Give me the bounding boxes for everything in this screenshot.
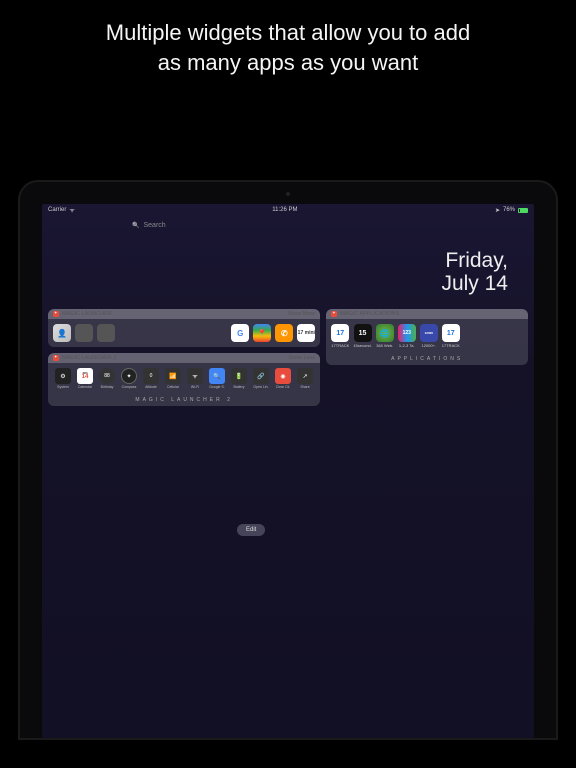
folder-icon[interactable] bbox=[75, 324, 93, 342]
app-360web[interactable]: 🌐360 Web. bbox=[376, 324, 394, 348]
widget-magic-launcher[interactable]: MAGIC LAUNCHER Show More 👤 G 📍 ✆ bbox=[48, 309, 320, 347]
widgets-area: MAGIC LAUNCHER Show More 👤 G 📍 ✆ bbox=[42, 309, 534, 406]
launcher-icon bbox=[53, 311, 59, 317]
birthday-item[interactable]: 88Birthday bbox=[97, 368, 117, 389]
device-camera bbox=[286, 192, 290, 196]
promo-heading: Multiple widgets that allow you to add a… bbox=[0, 0, 576, 77]
promo-line1: Multiple widgets that allow you to add bbox=[106, 20, 470, 45]
promo-line2: as many apps as you want bbox=[158, 50, 418, 75]
show-more-button[interactable]: Show More bbox=[287, 311, 315, 317]
system-item[interactable]: ⚙System bbox=[53, 368, 73, 389]
launcher-icon bbox=[331, 311, 337, 317]
carrier-label: Carrier bbox=[48, 207, 66, 213]
search-icon bbox=[132, 222, 139, 229]
widget-header: MAGIC LAUNCHER Show More bbox=[48, 309, 320, 319]
widget-magic-launcher-2[interactable]: MAGIC LAUNCHER 2 Show Less ⚙System FRI14… bbox=[48, 353, 320, 406]
show-less-button[interactable]: Show Less bbox=[288, 355, 315, 361]
app-12000[interactable]: 1200012000+. bbox=[420, 324, 438, 348]
launcher-icon bbox=[53, 355, 59, 361]
ipad-screen: Carrier ᯤ 11:26 PM ➤ 76% Search Friday, … bbox=[42, 204, 534, 738]
app-17track[interactable]: 1717TRACK bbox=[442, 324, 460, 348]
search-field[interactable]: Search bbox=[132, 222, 534, 229]
widget-title: MAGIC APPLICATIONS bbox=[340, 311, 399, 317]
widget-header: MAGIC LAUNCHER 2 Show Less bbox=[48, 353, 320, 363]
status-time: 11:26 PM bbox=[272, 207, 297, 213]
app-17track[interactable]: 1717TRACK bbox=[331, 324, 349, 348]
openlink-item[interactable]: 🔗Open Lin. bbox=[251, 368, 271, 389]
date-monthday: July 14 bbox=[42, 272, 508, 295]
clearclip-item[interactable]: ◉Clear Cli. bbox=[273, 368, 293, 389]
date-weekday: Friday, bbox=[42, 249, 508, 272]
app-123[interactable]: 1231-2-3 Ta. bbox=[398, 324, 416, 348]
photo-icon[interactable]: 👤 bbox=[53, 324, 71, 342]
widget-magic-applications[interactable]: MAGIC APPLICATIONS 1717TRACK 1515second.… bbox=[326, 309, 528, 365]
battery-pct: 76% bbox=[503, 207, 515, 213]
folder-icon[interactable] bbox=[97, 324, 115, 342]
compass-item[interactable]: ✦Compass bbox=[119, 368, 139, 389]
date-heading: Friday, July 14 bbox=[42, 229, 534, 309]
google-icon[interactable]: G bbox=[231, 324, 249, 342]
battery-icon bbox=[518, 208, 528, 213]
mini-icon[interactable]: 17 mini bbox=[297, 324, 315, 342]
widget-footer: APPLICATIONS bbox=[326, 353, 528, 365]
cellular-item[interactable]: 📶Cellular bbox=[163, 368, 183, 389]
status-bar: Carrier ᯤ 11:26 PM ➤ 76% bbox=[42, 204, 534, 216]
app-15seconds[interactable]: 1515second. bbox=[353, 324, 371, 348]
widget-header: MAGIC APPLICATIONS bbox=[326, 309, 528, 319]
widget-title: MAGIC LAUNCHER bbox=[62, 311, 112, 317]
location-icon: ➤ bbox=[495, 207, 500, 214]
wifi-item[interactable]: ᯤWi-Fi bbox=[185, 368, 205, 389]
search-placeholder: Search bbox=[143, 222, 165, 229]
widget-footer: MAGIC LAUNCHER 2 bbox=[48, 394, 320, 406]
share-item[interactable]: ↗Share bbox=[295, 368, 315, 389]
widget-title: MAGIC LAUNCHER 2 bbox=[62, 355, 116, 361]
edit-button[interactable]: Edit bbox=[237, 524, 265, 536]
maps-icon[interactable]: 📍 bbox=[253, 324, 271, 342]
wifi-icon: ᯤ bbox=[69, 206, 74, 214]
calendar-item[interactable]: FRI14Calendar bbox=[75, 368, 95, 389]
google-search-item[interactable]: 🔍Google S. bbox=[207, 368, 227, 389]
battery-item[interactable]: 🔋Battery bbox=[229, 368, 249, 389]
altitude-item[interactable]: 0Altitude bbox=[141, 368, 161, 389]
ipad-frame: Carrier ᯤ 11:26 PM ➤ 76% Search Friday, … bbox=[18, 180, 558, 740]
phone-icon[interactable]: ✆ bbox=[275, 324, 293, 342]
